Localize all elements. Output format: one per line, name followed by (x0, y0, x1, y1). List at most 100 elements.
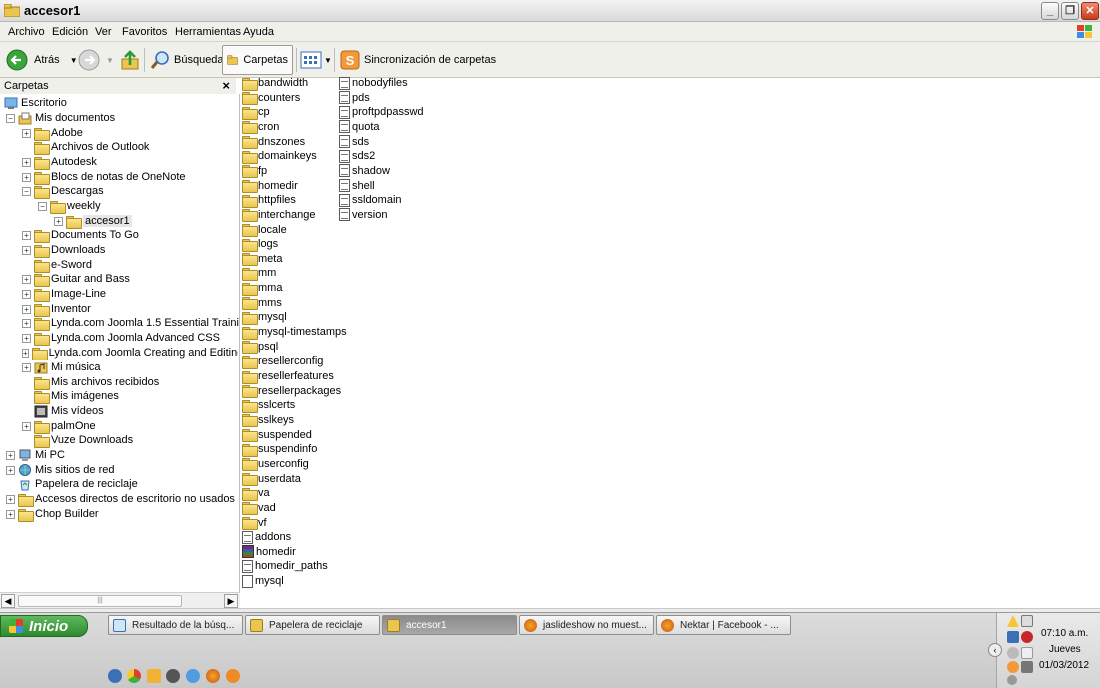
file-item[interactable]: locale (242, 223, 287, 237)
close-pane-icon[interactable]: × (222, 78, 230, 93)
file-item[interactable]: mms (242, 296, 282, 311)
task-papelera[interactable]: Papelera de reciclaje (245, 615, 380, 635)
misc-tray-icon[interactable] (1007, 675, 1017, 685)
file-item[interactable]: userdata (242, 472, 301, 487)
tree-item-vuze-downloads[interactable]: Vuze Downloads (22, 433, 133, 448)
file-item[interactable]: bandwidth (242, 76, 308, 91)
tree-item-accesos-directos[interactable]: + Accesos directos de escritorio no usado… (6, 492, 235, 507)
tree-item-lynda-joomla-css[interactable]: + Lynda.com Joomla Advanced CSS (22, 331, 220, 346)
file-item[interactable]: suspendinfo (242, 442, 317, 457)
file-item[interactable]: va (242, 486, 270, 501)
expand-icon[interactable]: + (22, 348, 29, 358)
file-item[interactable]: proftpdpasswd (339, 105, 424, 119)
file-item[interactable]: dnszones (242, 135, 305, 150)
tree-item-archivos-recibidos[interactable]: Mis archivos recibidos (22, 375, 159, 390)
tree-item-lynda-joomla-creating[interactable]: +Lynda.com Joomla Creating and Editing C… (22, 346, 238, 360)
scroll-right-icon[interactable]: ▶ (224, 594, 238, 608)
expand-icon[interactable]: + (22, 157, 31, 167)
back-dropdown-icon[interactable]: ▼ (70, 56, 78, 65)
sync-folders-button[interactable]: S Sincronización de carpetas (340, 45, 496, 75)
menu-edicion[interactable]: Edición (52, 26, 88, 38)
file-item[interactable]: homedir_paths (242, 559, 328, 573)
expand-icon[interactable]: + (6, 450, 15, 460)
file-item[interactable]: fp (242, 164, 267, 179)
expand-icon[interactable]: + (6, 465, 15, 475)
file-item[interactable]: mma (242, 281, 282, 296)
tree-item-palmone[interactable]: + palmOne (22, 419, 96, 434)
forward-button[interactable]: ▼ (78, 45, 114, 75)
file-item[interactable]: httpfiles (242, 193, 296, 208)
tree-item-inventor[interactable]: + Inventor (22, 302, 91, 317)
file-item[interactable]: version (339, 208, 387, 222)
expand-icon[interactable]: + (22, 274, 31, 284)
file-item[interactable]: cron (242, 120, 279, 135)
tree-item-mis-documentos[interactable]: − Mis documentos (6, 111, 115, 125)
tree-item-downloads[interactable]: + Downloads (22, 243, 105, 258)
quicklaunch-chrome-icon[interactable] (127, 669, 141, 683)
file-item[interactable]: pds (339, 91, 370, 105)
app-tray-icon[interactable] (1007, 661, 1019, 673)
file-item[interactable]: suspended (242, 428, 312, 443)
warning-icon[interactable] (1007, 615, 1019, 627)
expand-icon[interactable]: + (6, 509, 15, 519)
file-item[interactable]: meta (242, 252, 282, 267)
tray-collapse-icon[interactable]: ‹ (988, 643, 1002, 657)
file-item[interactable]: resellerconfig (242, 354, 323, 369)
file-item[interactable]: sslkeys (242, 413, 294, 428)
tree-item-guitar-and-bass[interactable]: + Guitar and Bass (22, 272, 130, 287)
clock-time[interactable]: 07:10 a.m. (1041, 628, 1088, 639)
tree-item-onenote[interactable]: + Blocs de notas de OneNote (22, 170, 186, 185)
menu-herramientas[interactable]: Herramientas (175, 26, 241, 38)
file-item[interactable]: nobodyfiles (339, 76, 408, 90)
search-button[interactable]: Búsqueda (150, 45, 224, 75)
expand-icon[interactable]: + (22, 128, 31, 138)
menu-ayuda[interactable]: Ayuda (243, 26, 274, 38)
tree-item-mis-imagenes[interactable]: Mis imágenes (22, 389, 119, 404)
tree-item-adobe[interactable]: + Adobe (22, 126, 83, 141)
quicklaunch-explorer-icon[interactable] (108, 669, 122, 683)
tree-item-e-sword[interactable]: e-Sword (22, 258, 92, 273)
file-item[interactable]: domainkeys (242, 149, 317, 164)
collapse-icon[interactable]: − (6, 113, 15, 123)
tree-item-autodesk[interactable]: + Autodesk (22, 155, 97, 170)
file-item[interactable]: mysql-timestamps (242, 325, 347, 340)
flag-icon[interactable] (1007, 631, 1019, 643)
file-item[interactable]: shadow (339, 164, 390, 178)
expand-icon[interactable]: + (22, 245, 31, 255)
task-accesor1[interactable]: accesor1 (382, 615, 517, 635)
tree-item-image-line[interactable]: + Image-Line (22, 287, 106, 302)
close-button[interactable]: ✕ (1081, 2, 1099, 20)
antivirus-icon[interactable] (1021, 631, 1033, 643)
file-item[interactable]: homedir (242, 179, 298, 194)
network-tray-icon[interactable] (1021, 661, 1033, 673)
tree-item-escritorio[interactable]: Escritorio (4, 96, 67, 110)
file-item[interactable]: interchange (242, 208, 316, 223)
tree-item-weekly[interactable]: − weekly (38, 199, 101, 214)
file-item[interactable]: sslcerts (242, 398, 295, 413)
file-item[interactable]: homedir (242, 545, 296, 559)
tree-item-accesor1[interactable]: + accesor1 (54, 214, 132, 229)
speaker-icon[interactable] (1021, 615, 1033, 627)
expand-icon[interactable]: + (54, 216, 63, 226)
tree-item-descargas[interactable]: − Descargas (22, 184, 104, 199)
task-jaslideshow[interactable]: jaslideshow no muest... (519, 615, 654, 635)
file-item[interactable]: vad (242, 501, 276, 516)
task-facebook[interactable]: Nektar | Facebook - ... (656, 615, 791, 635)
tree-horizontal-scrollbar[interactable]: ◀ ||| ▶ (0, 592, 240, 608)
menu-ver[interactable]: Ver (95, 26, 112, 38)
file-item[interactable]: vf (242, 516, 267, 530)
file-item[interactable]: sds (339, 135, 369, 149)
scroll-left-icon[interactable]: ◀ (1, 594, 15, 608)
quicklaunch-media-icon[interactable] (166, 669, 180, 683)
expand-icon[interactable]: + (22, 172, 31, 182)
start-button[interactable]: Inicio (0, 615, 88, 637)
expand-icon[interactable]: + (22, 304, 31, 314)
tree-item-sitios-de-red[interactable]: + Mis sitios de red (6, 463, 114, 477)
expand-icon[interactable]: + (6, 494, 15, 504)
quicklaunch-firefox-icon[interactable] (206, 669, 220, 683)
forward-dropdown-icon[interactable]: ▼ (106, 56, 114, 65)
folders-button[interactable]: Carpetas (222, 45, 293, 75)
file-item[interactable]: mysql (242, 310, 287, 325)
quicklaunch-folder-icon[interactable] (147, 669, 161, 683)
expand-icon[interactable]: + (22, 362, 31, 372)
